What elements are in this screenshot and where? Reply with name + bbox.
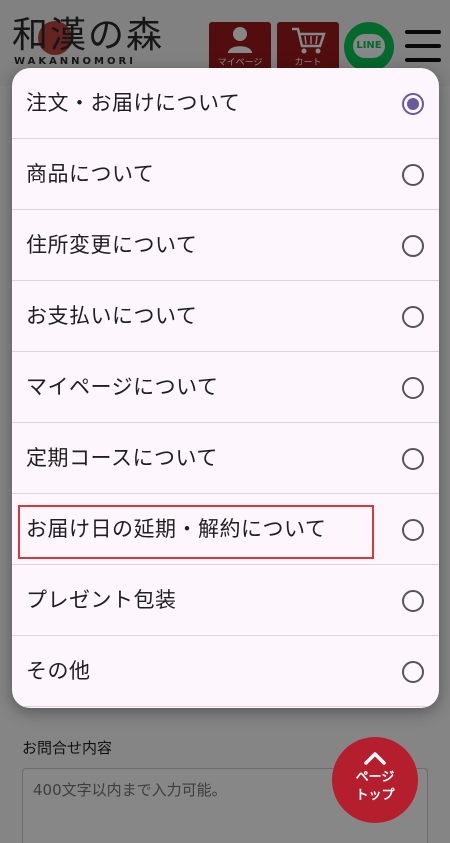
option-item[interactable]: 住所変更について bbox=[12, 210, 439, 281]
option-item[interactable]: 商品について bbox=[12, 139, 439, 210]
option-label: マイページについて bbox=[26, 375, 219, 399]
option-label: 定期コースについて bbox=[26, 446, 218, 470]
option-item[interactable]: 定期コースについて bbox=[12, 423, 439, 494]
option-label: 住所変更について bbox=[26, 233, 198, 257]
option-label: お届け日の延期・解約について bbox=[26, 517, 327, 541]
option-item[interactable]: その他 bbox=[12, 636, 439, 707]
chevron-up-icon bbox=[364, 752, 386, 765]
option-label: 注文・お届けについて bbox=[26, 91, 241, 115]
radio-icon[interactable] bbox=[402, 377, 424, 399]
radio-icon[interactable] bbox=[402, 448, 424, 470]
option-item[interactable]: プレゼント包装 bbox=[12, 565, 439, 636]
option-label: プレゼント包装 bbox=[26, 588, 177, 612]
radio-selected-icon[interactable] bbox=[402, 93, 424, 115]
inquiry-type-dialog: 注文・お届けについて 商品について 住所変更について お支払いについて マイペー… bbox=[12, 68, 439, 708]
option-item[interactable]: お支払いについて bbox=[12, 281, 439, 352]
page-top-label: ページ トップ bbox=[355, 770, 395, 803]
radio-icon[interactable] bbox=[402, 519, 424, 541]
option-label: 商品について bbox=[26, 162, 155, 186]
option-item[interactable]: お届け日の延期・解約について bbox=[12, 494, 439, 565]
option-label: お支払いについて bbox=[26, 304, 198, 328]
option-label: その他 bbox=[26, 659, 91, 683]
page-top-button[interactable]: ページ トップ bbox=[332, 737, 418, 823]
radio-icon[interactable] bbox=[402, 235, 424, 257]
radio-icon[interactable] bbox=[402, 306, 424, 328]
radio-icon[interactable] bbox=[402, 164, 424, 186]
radio-icon[interactable] bbox=[402, 661, 424, 683]
option-item[interactable]: マイページについて bbox=[12, 352, 439, 423]
radio-icon[interactable] bbox=[402, 590, 424, 612]
option-item[interactable]: 注文・お届けについて bbox=[12, 68, 439, 139]
